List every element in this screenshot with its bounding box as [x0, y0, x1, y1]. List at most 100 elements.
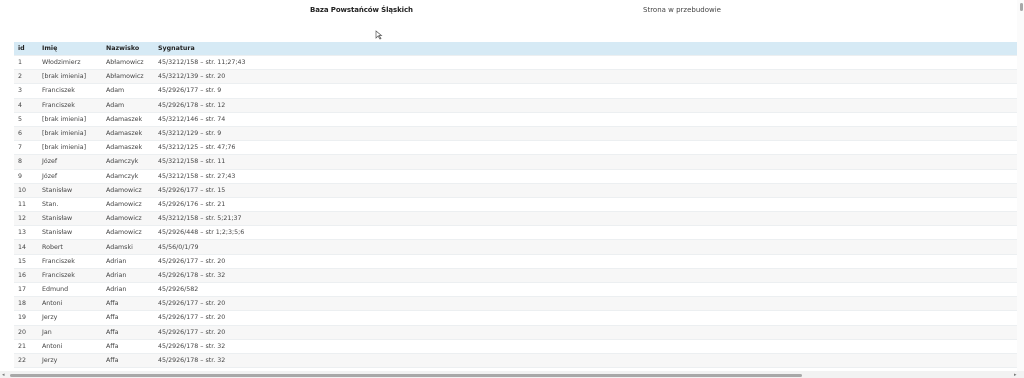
table-row[interactable]: 6 [brak imienia] Adamaszek 45/3212/129 – st…	[14, 125, 1020, 141]
cell-id: 20	[14, 324, 38, 340]
cell-last-name: Affa	[102, 367, 154, 370]
cell-id: 1	[14, 54, 38, 70]
table-row[interactable]: 13 Stanisław Adamowicz 45/2926/448 – str 1;…	[14, 225, 1020, 240]
cell-last-name: Adrian	[102, 253, 154, 269]
table-row[interactable]: 12 Stanisław Adamowicz 45/3212/158 – str. 5…	[14, 211, 1020, 226]
cell-last-name: Adamowicz	[102, 196, 154, 212]
table-row[interactable]: 9 Józef Adamczyk 45/3212/158 – str. 27;43	[14, 168, 1020, 184]
horizontal-scroll-thumb[interactable]	[10, 374, 802, 377]
table-row[interactable]: 21 Antoni Affa 45/2926/178 – str. 32	[14, 338, 1020, 354]
cell-last-name: Adrian	[102, 281, 154, 297]
table-row[interactable]: 18 Antoni Affa 45/2926/177 – str. 20	[14, 296, 1020, 311]
cell-signature: 45/3212/146 – str. 74	[154, 111, 1020, 127]
cell-first-name: [brak imienia]	[38, 69, 102, 84]
cell-last-name: Adamczyk	[102, 168, 154, 184]
table-row[interactable]: 20 Jan Affa 45/2926/177 – str. 20	[14, 324, 1020, 340]
cell-id: 16	[14, 267, 38, 283]
cell-last-name: Abłamowicz	[102, 54, 154, 70]
site-subtitle: Strona w przebudowie	[643, 6, 721, 14]
table-row[interactable]: 1 Włodzimierz Abłamowicz 45/3212/158 – str.…	[14, 54, 1020, 70]
cell-first-name: Stanisław	[38, 225, 102, 240]
cell-last-name: Abłamowicz	[102, 69, 154, 84]
cell-id: 13	[14, 225, 38, 240]
cell-first-name: [brak imienia]	[38, 125, 102, 141]
cell-id: 19	[14, 310, 38, 326]
cell-first-name: Włodzimierz	[38, 54, 102, 70]
table-row[interactable]: 4 Franciszek Adam 45/2926/178 – str. 12	[14, 97, 1020, 113]
table-row[interactable]: 15 Franciszek Adrian 45/2926/177 – str. 20	[14, 253, 1020, 269]
table-row[interactable]: 8 Józef Adamczyk 45/3212/158 – str. 11	[14, 154, 1020, 169]
scroll-left-arrow-icon[interactable]: ◂	[2, 372, 5, 378]
table-row[interactable]: 17 Edmund Adrian 45/2926/582	[14, 281, 1020, 297]
table-row[interactable]: 16 Franciszek Adrian 45/2926/178 – str. 32	[14, 267, 1020, 283]
site-title[interactable]: Baza Powstańców Śląskich	[310, 6, 413, 14]
cell-first-name: Stanisław	[38, 211, 102, 226]
cell-signature: 45/3212/158 – str. 5;21;37	[154, 211, 1020, 226]
table-row[interactable]: 22 Jerzy Affa 45/2926/178 – str. 32	[14, 352, 1020, 368]
column-header-first-name[interactable]: Imię	[38, 42, 102, 56]
column-header-signature[interactable]: Sygnatura	[154, 42, 1020, 56]
cell-id: 23	[14, 367, 38, 370]
table-body: 1 Włodzimierz Abłamowicz 45/3212/158 – str.…	[14, 54, 1020, 370]
cell-last-name: Adamczyk	[102, 154, 154, 169]
cell-id: 11	[14, 196, 38, 212]
cell-id: 8	[14, 154, 38, 169]
records-table: id Imię Nazwisko Sygnatura 1 Włodzimierz A…	[14, 42, 1020, 370]
table-container[interactable]: id Imię Nazwisko Sygnatura 1 Włodzimierz A…	[14, 42, 1020, 370]
scroll-right-arrow-icon[interactable]: ▸	[1014, 372, 1017, 378]
cell-first-name: Stanisław	[38, 182, 102, 198]
table-row[interactable]: 10 Stanisław Adamowicz 45/2926/177 – str. 1…	[14, 182, 1020, 198]
cell-id: 17	[14, 281, 38, 297]
text-cursor-icon	[375, 30, 383, 40]
cell-id: 12	[14, 211, 38, 226]
cell-id: 21	[14, 338, 38, 354]
cell-id: 22	[14, 352, 38, 368]
cell-last-name: Affa	[102, 324, 154, 340]
column-header-id[interactable]: id	[14, 42, 38, 56]
cell-last-name: Adrian	[102, 267, 154, 283]
cell-signature: 45/3212/129 – str. 9	[154, 125, 1020, 141]
table-row[interactable]: 7 [brak imienia] Adamaszek 45/3212/125 – st…	[14, 140, 1020, 155]
cell-signature: 45/2926/178 – str. 12	[154, 97, 1020, 113]
cell-signature: 45/2926/177 – str. 15	[154, 182, 1020, 198]
cell-id: 3	[14, 83, 38, 99]
cell-signature: 45/2926/176 – str. 21	[154, 196, 1020, 212]
column-header-last-name[interactable]: Nazwisko	[102, 42, 154, 56]
cell-signature: 45/2926/582	[154, 281, 1020, 297]
vertical-scroll-thumb[interactable]	[1020, 3, 1023, 11]
table-row[interactable]: 3 Franciszek Adam 45/2926/177 – str. 9	[14, 83, 1020, 99]
cell-last-name: Adamowicz	[102, 182, 154, 198]
cell-signature: 45/3212/139 – str. 20	[154, 69, 1020, 84]
cell-first-name: Jerzy	[38, 310, 102, 326]
table-row[interactable]: 19 Jerzy Affa 45/2926/177 – str. 20	[14, 310, 1020, 326]
cell-first-name: Antoni	[38, 296, 102, 311]
cell-signature: 45/2926/178 – str. 32	[154, 338, 1020, 354]
vertical-scrollbar[interactable]	[1017, 0, 1024, 371]
cell-last-name: Adamaszek	[102, 140, 154, 155]
table-row[interactable]: 11 Stan. Adamowicz 45/2926/176 – str. 21	[14, 196, 1020, 212]
cell-id: 10	[14, 182, 38, 198]
cell-first-name: Jerzy	[38, 352, 102, 368]
cell-id: 5	[14, 111, 38, 127]
cell-signature: 45/2926/178 – str. 32	[154, 267, 1020, 283]
cell-id: 6	[14, 125, 38, 141]
cell-id: 14	[14, 239, 38, 255]
cell-last-name: Adamski	[102, 239, 154, 255]
table-row[interactable]: 23JanAffa45/2926/178 – str. 32	[14, 367, 1020, 370]
cell-last-name: Affa	[102, 296, 154, 311]
cell-signature: 45/2926/177 – str. 20	[154, 253, 1020, 269]
cell-signature: 45/2926/177 – str. 20	[154, 296, 1020, 311]
cell-first-name: Stan.	[38, 196, 102, 212]
table-row[interactable]: 14 Robert Adamski 45/56/0/1/79	[14, 239, 1020, 255]
cell-signature: 45/2926/177 – str. 20	[154, 310, 1020, 326]
cell-first-name: Robert	[38, 239, 102, 255]
cell-signature: 45/2926/178 – str. 32	[154, 352, 1020, 368]
cell-last-name: Affa	[102, 338, 154, 354]
table-row[interactable]: 2 [brak imienia] Abłamowicz 45/3212/139 – s…	[14, 69, 1020, 84]
cell-signature: 45/2926/178 – str. 32	[154, 367, 1020, 370]
cell-last-name: Affa	[102, 310, 154, 326]
cell-id: 7	[14, 140, 38, 155]
table-header-row: id Imię Nazwisko Sygnatura	[14, 42, 1020, 56]
cell-id: 15	[14, 253, 38, 269]
table-row[interactable]: 5 [brak imienia] Adamaszek 45/3212/146 – st…	[14, 111, 1020, 127]
